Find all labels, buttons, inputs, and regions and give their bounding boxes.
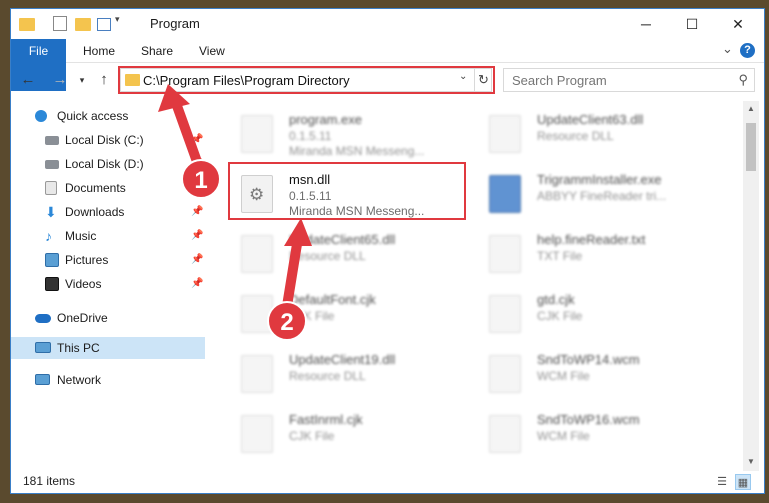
file-item[interactable]: program.exe 0.1.5.11 Miranda MSN Messeng… bbox=[225, 109, 465, 161]
installer-icon bbox=[489, 175, 521, 213]
forward-button[interactable]: → bbox=[49, 69, 71, 91]
drive-icon bbox=[45, 136, 59, 145]
search-box[interactable]: ⚲ bbox=[503, 68, 755, 92]
properties-icon[interactable] bbox=[53, 16, 67, 31]
nav-item-this-pc[interactable]: This PC bbox=[11, 337, 205, 359]
pin-icon[interactable]: 📌 bbox=[191, 273, 203, 295]
file-item[interactable]: FastInrml.cjk CJK File bbox=[225, 409, 465, 461]
drive-icon bbox=[45, 160, 59, 169]
file-icon bbox=[489, 295, 521, 333]
pin-icon[interactable]: 📌 bbox=[191, 153, 203, 175]
file-item[interactable]: SndToWP16.wcm WCM File bbox=[473, 409, 713, 461]
explorer-window: ▾ Program ─ ☐ ✕ File Home Share View ⌄ ?… bbox=[10, 8, 765, 494]
star-icon bbox=[35, 110, 47, 122]
title-bar: ▾ Program ─ ☐ ✕ bbox=[11, 9, 764, 39]
file-icon bbox=[241, 415, 273, 453]
file-item[interactable]: UpdateClient63.dll Resource DLL bbox=[473, 109, 713, 161]
dll-file-icon bbox=[241, 235, 273, 273]
pin-icon[interactable]: 📌 bbox=[191, 249, 203, 271]
new-folder-icon[interactable] bbox=[75, 18, 91, 31]
nav-item-quick-access[interactable]: Quick access bbox=[11, 105, 205, 127]
recent-locations-icon[interactable]: ▾ bbox=[71, 69, 93, 91]
videos-icon bbox=[45, 277, 59, 291]
pin-icon[interactable]: 📌 bbox=[191, 201, 203, 223]
scroll-up-icon[interactable]: ▲ bbox=[743, 104, 759, 113]
scroll-down-icon[interactable]: ▼ bbox=[743, 457, 759, 466]
file-item[interactable]: UpdateClient65.dll Resource DLL bbox=[225, 229, 465, 281]
vertical-scrollbar[interactable]: ▲ ▼ bbox=[743, 101, 759, 471]
file-highlight-box bbox=[228, 162, 466, 220]
nav-item-documents[interactable]: Documents 📌 bbox=[11, 177, 205, 199]
address-row: ← → ▾ ↑ C:\Program Files\Program Directo… bbox=[11, 65, 764, 95]
nav-item-videos[interactable]: Videos 📌 bbox=[11, 273, 205, 295]
file-icon bbox=[489, 415, 521, 453]
download-icon: ⬇ bbox=[45, 204, 57, 220]
nav-item-downloads[interactable]: ⬇ Downloads 📌 bbox=[11, 201, 205, 223]
file-icon bbox=[489, 355, 521, 393]
up-button[interactable]: ↑ bbox=[93, 69, 115, 91]
ribbon: File Home Share View ⌄ ? bbox=[11, 39, 764, 91]
dll-file-icon bbox=[241, 355, 273, 393]
search-icon: ⚲ bbox=[738, 72, 748, 87]
large-icons-view-icon[interactable]: ▦ bbox=[735, 474, 751, 490]
file-item[interactable]: SndToWP14.wcm WCM File bbox=[473, 349, 713, 401]
nav-item-network[interactable]: Network bbox=[11, 369, 205, 391]
text-file-icon bbox=[489, 235, 521, 273]
tab-share[interactable]: Share bbox=[129, 39, 185, 63]
folder-icon bbox=[19, 18, 35, 31]
pin-icon[interactable]: 📌 bbox=[191, 177, 203, 199]
nav-item-local-disk-c[interactable]: Local Disk (C:) 📌 bbox=[11, 129, 205, 151]
music-icon: ♪ bbox=[45, 228, 52, 244]
file-list: program.exe 0.1.5.11 Miranda MSN Messeng… bbox=[215, 101, 740, 471]
pin-icon[interactable]: 📌 bbox=[191, 225, 203, 247]
documents-icon bbox=[45, 181, 57, 195]
file-icon bbox=[241, 295, 273, 333]
file-item[interactable]: help.fineReader.txt TXT File bbox=[473, 229, 713, 281]
customize-toolbar-icon[interactable]: ▾ bbox=[115, 14, 120, 30]
nav-item-pictures[interactable]: Pictures 📌 bbox=[11, 249, 205, 271]
file-item[interactable]: DefaultFont.cjk CJK File bbox=[225, 289, 465, 341]
file-item[interactable]: TrigrammInstaller.exe ABBYY FineReader t… bbox=[473, 169, 713, 221]
view-options-icon[interactable] bbox=[97, 18, 111, 31]
file-item[interactable]: gtd.cjk CJK File bbox=[473, 289, 713, 341]
window-title: Program bbox=[150, 16, 200, 31]
computer-icon bbox=[35, 342, 51, 353]
tab-home[interactable]: Home bbox=[71, 39, 127, 63]
nav-item-onedrive[interactable]: OneDrive bbox=[11, 307, 205, 329]
navigation-pane: Quick access Local Disk (C:) 📌 Local Dis… bbox=[11, 101, 205, 471]
file-item[interactable]: UpdateClient19.dll Resource DLL bbox=[225, 349, 465, 401]
pin-icon[interactable]: 📌 bbox=[191, 129, 203, 151]
item-count: 181 items bbox=[23, 474, 76, 488]
nav-item-music[interactable]: ♪ Music 📌 bbox=[11, 225, 205, 247]
tab-view[interactable]: View bbox=[187, 39, 237, 63]
address-highlight-box bbox=[118, 66, 495, 94]
scrollbar-thumb[interactable] bbox=[746, 123, 756, 171]
search-input[interactable] bbox=[504, 69, 724, 91]
details-view-icon[interactable]: ☰ bbox=[714, 474, 730, 490]
nav-item-local-disk-d[interactable]: Local Disk (D:) 📌 bbox=[11, 153, 205, 175]
cloud-icon bbox=[35, 314, 51, 323]
back-button[interactable]: ← bbox=[17, 69, 39, 91]
maximize-button[interactable]: ☐ bbox=[669, 9, 715, 39]
exe-file-icon bbox=[241, 115, 273, 153]
dll-file-icon bbox=[489, 115, 521, 153]
network-icon bbox=[35, 374, 50, 385]
status-bar: 181 items ☰ ▦ bbox=[11, 471, 764, 493]
expand-ribbon-icon[interactable]: ⌄ bbox=[722, 41, 733, 57]
pictures-icon bbox=[45, 253, 59, 267]
minimize-button[interactable]: ─ bbox=[623, 9, 669, 39]
help-icon[interactable]: ? bbox=[740, 43, 755, 58]
close-button[interactable]: ✕ bbox=[715, 9, 761, 39]
